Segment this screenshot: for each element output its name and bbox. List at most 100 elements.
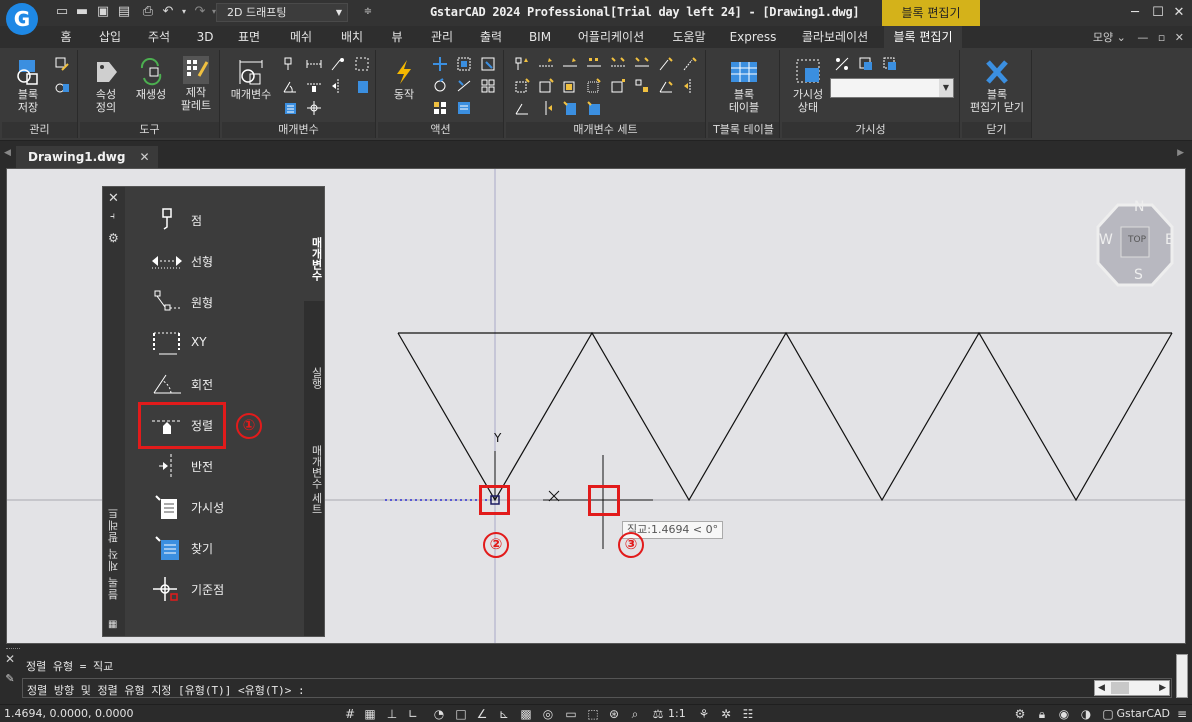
customize-qa-icon[interactable]: ≑ — [360, 4, 376, 20]
param-set-polar-stretch-icon[interactable] — [682, 56, 698, 72]
viewcube-south-label[interactable]: S — [1134, 267, 1143, 283]
annotation-visibility-icon[interactable]: ⊛ — [606, 706, 622, 722]
polar-tracking-icon[interactable]: ◔ — [431, 706, 447, 722]
linear-param-icon[interactable] — [306, 56, 322, 72]
tab-block-editor[interactable]: 블록 편집기 — [884, 26, 962, 48]
scroll-left-icon[interactable]: ◀ — [1098, 681, 1105, 695]
param-set-xy-move-icon[interactable] — [514, 78, 530, 94]
param-set-stretch-pair-icon[interactable] — [634, 56, 650, 72]
visibility-mode-icon[interactable] — [834, 56, 850, 72]
tab-surface[interactable]: 표면 — [231, 26, 267, 48]
annotation-scale-icon[interactable]: ⚖ — [650, 706, 666, 722]
make-invisible-icon[interactable] — [882, 56, 898, 72]
isolate-objects-icon[interactable]: ◑ — [1078, 706, 1094, 722]
customization-icon[interactable]: ≡ — [1174, 706, 1190, 722]
rotate-action-icon[interactable] — [432, 78, 448, 94]
tab-bim[interactable]: BIM — [522, 26, 558, 48]
authoring-palette-button[interactable]: 제작 팔레트 — [176, 56, 216, 112]
param-set-rotation-icon[interactable] — [658, 78, 674, 94]
ortho-icon[interactable]: ∟ — [405, 706, 421, 722]
annotation-scale[interactable]: 1:1 — [668, 707, 686, 720]
infer-icon[interactable]: ⊥ — [384, 706, 400, 722]
parameter-button[interactable]: 매개변수 — [226, 58, 276, 101]
regenerate-button[interactable]: 재생성 — [128, 58, 174, 101]
lineweight-icon[interactable]: ◎ — [540, 706, 556, 722]
tab-applications[interactable]: 어플리케이션 — [570, 26, 652, 48]
appearance-menu[interactable]: 모양 — [1093, 31, 1113, 44]
tab-parameter-sets[interactable]: 매개변수 세트 — [304, 415, 324, 527]
tab-parameters[interactable]: 매개변수 — [304, 187, 324, 301]
viewcube-east-label[interactable]: E — [1165, 232, 1174, 248]
xy-param-icon[interactable] — [354, 56, 370, 72]
scroll-right-icon[interactable]: ▶ — [1159, 681, 1166, 695]
block-edit-icon[interactable] — [54, 56, 70, 72]
param-set-xy-stretch-icon[interactable] — [586, 78, 602, 94]
tab-scroll-right-icon[interactable]: ▶ — [1177, 148, 1184, 158]
open-folder-icon[interactable]: ▬ — [74, 4, 90, 20]
command-vertical-scrollbar[interactable] — [1176, 654, 1188, 698]
close-block-editor-button[interactable]: 블록 편집기 닫기 — [964, 58, 1030, 114]
viewcube-north-label[interactable]: N — [1134, 199, 1144, 215]
tab-annotate[interactable]: 주석 — [141, 26, 177, 48]
stretch-action-icon[interactable] — [480, 56, 496, 72]
print-icon[interactable]: ⎙ — [140, 4, 156, 20]
restore-ribbon-icon[interactable]: ▫ — [1158, 31, 1165, 44]
basepoint-param-icon[interactable] — [306, 100, 322, 116]
flip-action-icon[interactable] — [456, 78, 472, 94]
param-set-xy-move-box-icon[interactable] — [562, 78, 578, 94]
block-table-button[interactable]: 블록 테이블 — [716, 58, 772, 114]
visibility-states-button[interactable]: 가시성 상태 — [786, 58, 830, 114]
quick-properties-icon[interactable]: ☷ — [740, 706, 756, 722]
palette-item-linear[interactable]: 선형 — [151, 244, 261, 278]
undo-icon[interactable]: ↶ — [160, 4, 176, 20]
param-set-lookup-icon[interactable] — [586, 100, 602, 116]
tab-insert[interactable]: 삽입 — [92, 26, 128, 48]
command-input[interactable]: 정렬 방향 및 정렬 유형 지정 [유형(T)] <유형(T)> : — [22, 678, 1172, 698]
tab-express[interactable]: Express — [726, 26, 780, 48]
document-tab[interactable]: Drawing1.dwg ✕ — [16, 146, 158, 168]
tab-collaboration[interactable]: 콜라보레이션 — [794, 26, 876, 48]
selection-cycling-icon[interactable]: ⬚ — [585, 706, 601, 722]
scroll-thumb[interactable] — [1111, 682, 1129, 694]
block-test-icon[interactable] — [54, 80, 70, 96]
command-close-icon[interactable]: ✕ — [0, 652, 20, 666]
param-set-xy-move-pair-icon[interactable] — [538, 78, 554, 94]
chevron-down-icon[interactable]: ⌄ — [1117, 31, 1126, 44]
hardware-acceleration-icon[interactable]: ◉ — [1056, 706, 1072, 722]
units-icon[interactable]: ✲ — [718, 706, 734, 722]
polar-param-icon[interactable] — [330, 56, 346, 72]
tab-actions[interactable]: 실행 — [304, 303, 324, 413]
zoom-icon[interactable]: ⌕ — [627, 706, 643, 722]
workspace-settings-icon[interactable]: ⚙ — [1012, 706, 1028, 722]
command-horizontal-scrollbar[interactable]: ◀ ▶ — [1094, 680, 1170, 696]
array-action-icon[interactable] — [480, 78, 496, 94]
otrack-icon[interactable]: ∠ — [474, 706, 490, 722]
param-set-linear-move-icon[interactable] — [538, 56, 554, 72]
rotation-param-icon[interactable] — [282, 78, 298, 94]
minimize-ribbon-icon[interactable]: — — [1137, 31, 1148, 44]
visibility-param-icon[interactable] — [354, 78, 370, 94]
transparency-icon[interactable]: ▭ — [563, 706, 579, 722]
command-customize-icon[interactable]: ✎ — [0, 672, 20, 685]
palette-settings-icon[interactable]: ⚙ — [108, 231, 119, 245]
tab-view[interactable]: 뷰 — [384, 26, 410, 48]
app-logo-icon[interactable]: G — [6, 3, 38, 35]
undo-dropdown-icon[interactable]: ▾ — [176, 4, 192, 20]
palette-item-xy[interactable]: XY — [151, 326, 261, 360]
annotation-sync-icon[interactable]: ⚘ — [696, 706, 712, 722]
save-block-button[interactable]: 블록 저장 — [8, 58, 48, 114]
dynamic-ucs-icon[interactable]: ⊾ — [496, 706, 512, 722]
palette-item-polar[interactable]: 원형 — [151, 285, 261, 319]
palette-item-rotation[interactable]: 회전 — [151, 367, 261, 401]
save-icon[interactable]: ▣ — [95, 4, 111, 20]
palette-item-visibility[interactable]: 가시성 — [151, 490, 261, 524]
osnap-icon[interactable]: □ — [453, 706, 469, 722]
action-button[interactable]: 동작 — [384, 58, 424, 101]
tab-layout[interactable]: 배치 — [334, 26, 370, 48]
param-set-xy-grid-icon[interactable] — [634, 78, 650, 94]
palette-item-flip[interactable]: 반전 — [151, 449, 261, 483]
grid-action-icon[interactable] — [432, 100, 448, 116]
param-set-linear-stretch-icon[interactable] — [562, 56, 578, 72]
param-set-flip2-icon[interactable] — [538, 100, 554, 116]
dynamic-input-icon[interactable]: ▩ — [518, 706, 534, 722]
